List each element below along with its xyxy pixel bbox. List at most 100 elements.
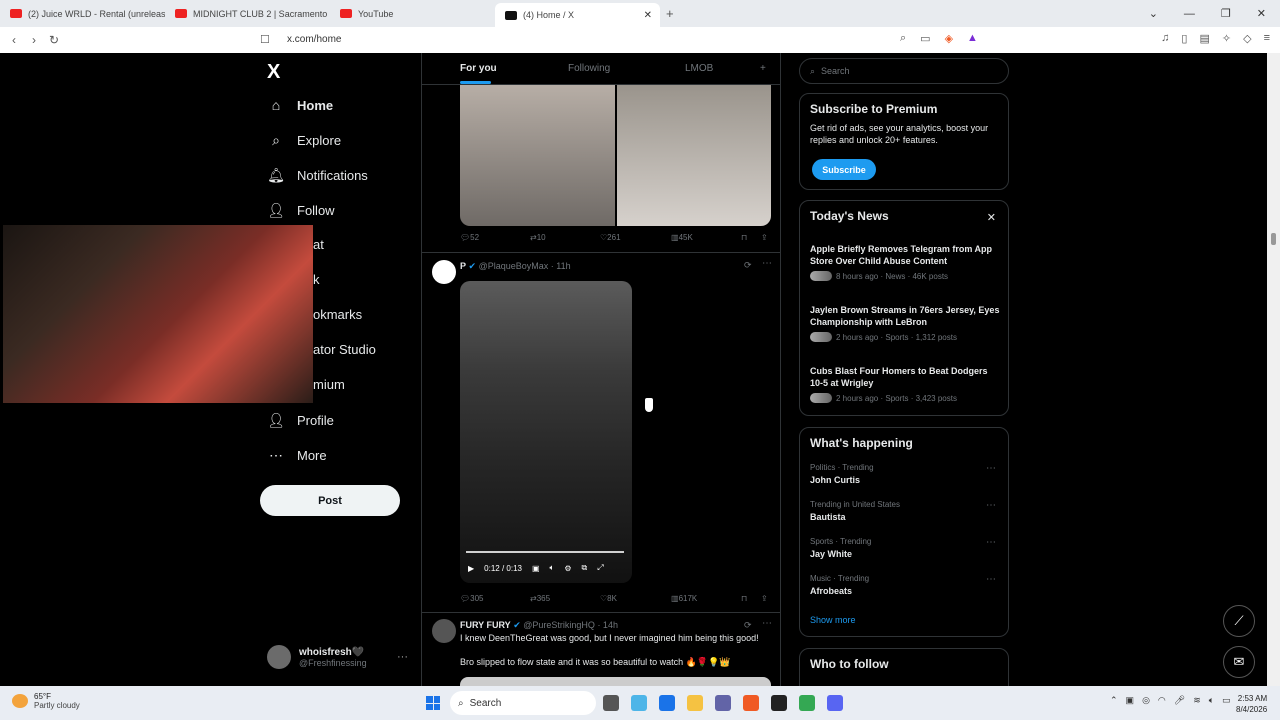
forward-icon[interactable]: › <box>24 33 44 47</box>
sidebar-icon[interactable]: ▯ <box>1181 32 1187 45</box>
settings-icon[interactable]: ⚙ <box>564 564 571 573</box>
close-tab-icon[interactable]: ✕ <box>644 10 652 21</box>
page-scrollbar[interactable] <box>1267 53 1280 686</box>
chevron-down-icon[interactable]: ⌄ <box>1149 7 1158 20</box>
nav-premium[interactable]: mium <box>313 377 345 392</box>
tab-lmob[interactable]: LMOB <box>685 63 713 74</box>
url-field[interactable]: x.com/home <box>287 34 341 45</box>
music-icon[interactable]: ♫ <box>1161 32 1169 45</box>
news-item[interactable]: Cubs Blast Four Homers to Beat Dodgers 1… <box>810 365 1000 403</box>
account-menu-icon[interactable]: ··· <box>397 651 408 663</box>
trend-item[interactable]: Trending in United States Bautista ⋯ <box>810 500 1000 522</box>
more-icon[interactable]: ⋯ <box>986 463 996 474</box>
trend-item[interactable]: Music · Trending Afrobeats ⋯ <box>810 574 1000 596</box>
nav-bookmarks[interactable]: okmarks <box>313 307 362 322</box>
wallet-icon[interactable]: ▤ <box>1199 32 1209 45</box>
post-button[interactable]: Post <box>260 485 400 516</box>
network-icon[interactable]: ◠ <box>1158 695 1166 706</box>
app-icon[interactable] <box>771 695 787 711</box>
rewards-icon[interactable]: ▲ <box>967 32 978 45</box>
back-icon[interactable]: ‹ <box>4 33 24 47</box>
scrollbar-thumb[interactable] <box>1271 233 1276 245</box>
discord-icon[interactable] <box>827 695 843 711</box>
reload-icon[interactable]: ↻ <box>44 33 64 47</box>
nav-profile[interactable]: 👤︎ Profile <box>267 412 334 429</box>
tab-for-you[interactable]: For you <box>460 63 497 74</box>
nav-creator-studio[interactable]: ator Studio <box>313 342 376 357</box>
nav-more[interactable]: ⋯ More <box>267 447 327 464</box>
post-media[interactable] <box>460 677 771 686</box>
more-icon[interactable]: ⋯ <box>986 574 996 585</box>
author-name[interactable]: P <box>460 261 466 271</box>
chevron-up-icon[interactable]: ⌃ <box>1110 695 1118 706</box>
post-time[interactable]: · 11h <box>551 261 571 271</box>
trend-item[interactable]: Sports · Trending Jay White ⋯ <box>810 537 1000 559</box>
play-icon[interactable]: ▶ <box>468 564 474 573</box>
bookmark-icon[interactable]: ⊓ <box>741 594 747 603</box>
post-time[interactable]: · 14h <box>597 620 618 630</box>
more-icon[interactable]: ⋯ <box>986 537 996 548</box>
share-icon[interactable]: ⇪ <box>761 233 768 242</box>
clock[interactable]: 2:53 AM 8/4/2026 <box>1236 693 1267 715</box>
captions-icon[interactable]: ▣ <box>532 564 540 573</box>
nav-notifications[interactable]: 🔔︎ Notifications <box>267 167 368 184</box>
leo-icon[interactable]: ✧ <box>1222 32 1231 45</box>
media-image[interactable] <box>460 85 615 226</box>
teams-icon[interactable] <box>715 695 731 711</box>
search-input[interactable]: ⌕ Search <box>799 58 1009 84</box>
volume-icon[interactable]: 🔈︎ <box>550 563 555 573</box>
show-more-link[interactable]: Show more <box>810 615 856 625</box>
nav-home[interactable]: ⌂ Home <box>267 97 333 113</box>
fullscreen-icon[interactable]: ⤢ <box>597 563 603 573</box>
nav-follow[interactable]: 👤︎ Follow <box>267 202 334 219</box>
store-icon[interactable] <box>659 695 675 711</box>
browser-tab-active[interactable]: (4) Home / X ✕ <box>495 3 660 27</box>
copilot-icon[interactable] <box>631 695 647 711</box>
start-button[interactable] <box>426 696 440 710</box>
taskbar-search[interactable]: ⌕ Search <box>450 691 596 715</box>
close-icon[interactable]: ✕ <box>987 211 996 224</box>
close-window-icon[interactable]: ✕ <box>1257 7 1266 20</box>
bookmark-icon[interactable]: ⊓ <box>741 233 747 242</box>
maximize-icon[interactable]: ❐ <box>1221 7 1231 20</box>
avatar[interactable] <box>432 260 456 284</box>
pip-icon[interactable]: ⧉ <box>582 563 588 573</box>
battery-icon[interactable]: ▭ <box>1222 695 1231 706</box>
video-player[interactable]: ▶ 0:12 / 0:13 ▣ 🔈︎ ⚙ ⧉ ⤢ <box>460 281 632 583</box>
browser-tab[interactable]: (2) Juice WRLD - Rental (unreleased) <box>0 0 165 27</box>
repost-button[interactable]: ⇄ 10 <box>530 233 546 242</box>
news-item[interactable]: Apple Briefly Removes Telegram from App … <box>810 243 1000 281</box>
account-switcher[interactable]: whoisfresh🖤 @Freshfinessing ··· <box>267 645 408 669</box>
app-tray-icon[interactable]: ▣ <box>1126 695 1135 706</box>
minimize-icon[interactable]: — <box>1184 8 1195 20</box>
tab-following[interactable]: Following <box>568 63 610 74</box>
author-name[interactable]: FURY FURY <box>460 620 511 630</box>
like-button[interactable]: ♡ 261 <box>600 233 621 242</box>
mic-icon[interactable]: 🎤︎ <box>1174 695 1185 706</box>
x-logo[interactable]: X <box>267 61 280 84</box>
grok-button[interactable]: ⟋ <box>1223 605 1255 637</box>
bookmark-page-icon[interactable]: ☐ <box>260 33 270 46</box>
nav-chat[interactable]: at <box>313 237 324 252</box>
author-handle[interactable]: @PlaqueBoyMax <box>479 261 549 271</box>
shield-icon[interactable]: ◈ <box>945 32 953 45</box>
share-icon[interactable]: ⇪ <box>761 594 768 603</box>
browser-tab[interactable]: YouTube <box>330 0 495 27</box>
avatar[interactable] <box>432 619 456 643</box>
author-handle[interactable]: @PureStrikingHQ <box>523 620 595 630</box>
post-media[interactable] <box>460 85 771 226</box>
volume-icon[interactable]: 🔈︎ <box>1209 695 1214 706</box>
repost-button[interactable]: ⇄ 365 <box>530 594 550 603</box>
new-tab-button[interactable]: + <box>666 6 674 21</box>
video-progress[interactable] <box>466 551 624 553</box>
views-button[interactable]: ▥ 45K <box>671 233 693 242</box>
nav-grok[interactable]: k <box>313 272 320 287</box>
reply-button[interactable]: 💬︎ 305 <box>460 594 484 603</box>
file-explorer-icon[interactable] <box>687 695 703 711</box>
cast-icon[interactable]: ▭ <box>920 32 930 45</box>
media-image[interactable] <box>616 85 771 226</box>
task-view-icon[interactable] <box>603 695 619 711</box>
nav-explore[interactable]: ⌕ Explore <box>267 132 341 149</box>
grok-icon[interactable]: ⟳ <box>744 620 752 631</box>
more-icon[interactable]: ⋯ <box>762 618 772 629</box>
